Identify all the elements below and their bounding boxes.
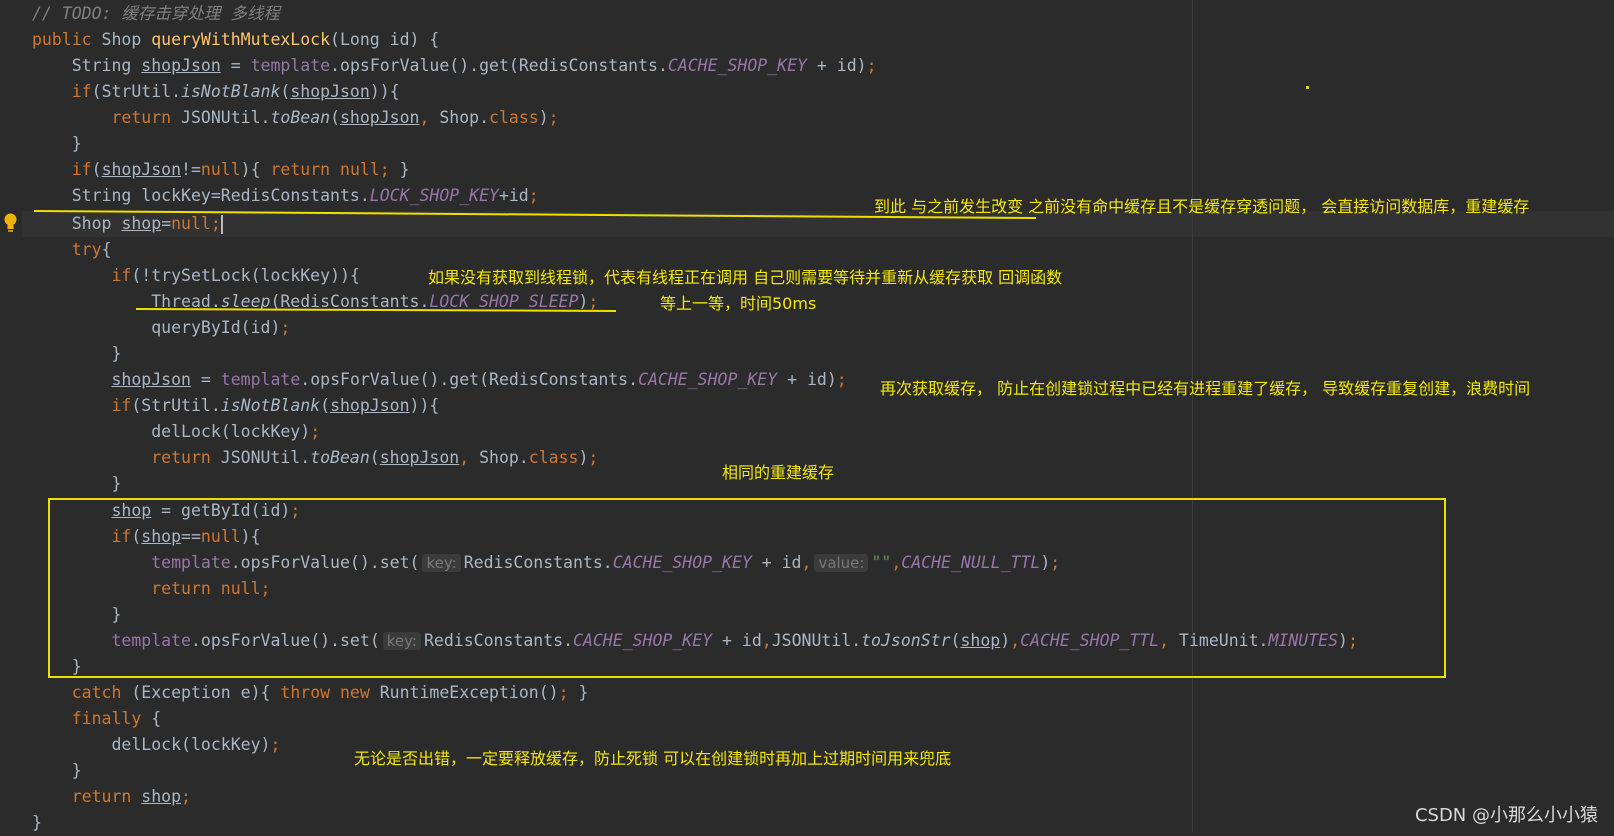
annotation-note: 相同的重建缓存 (722, 463, 835, 482)
code-editor[interactable]: // TODO: 缓存击穿处理 多线程 public Shop queryWit… (0, 0, 1614, 833)
watermark: CSDN @小那么小小猿 (1414, 805, 1598, 826)
rebuild-cache-highlight-box (48, 498, 1446, 678)
annotation-note: 再次获取缓存， 防止在创建锁过程中已经有进程重建了缓存， 导致缓存重复创建，浪费… (880, 379, 1531, 398)
annotation-note: 等上一等，时间50ms (660, 294, 817, 313)
annotation-lines (33, 210, 1037, 312)
highlight-underline (135, 308, 617, 312)
stray-mark (1306, 86, 1309, 89)
annotation-note: 如果没有获取到线程锁，代表有线程正在调用 自己则需要等待并重新从缓存获取 回调函… (428, 268, 1063, 287)
annotation-note: 无论是否出错，一定要释放缓存，防止死锁 可以在创建锁时再加上过期时间用来兜底 (354, 749, 952, 768)
annotation-note: 到此 与之前发生改变 之前没有命中缓存且不是缓存穿透问题， 会直接访问数据库，重… (874, 197, 1530, 216)
